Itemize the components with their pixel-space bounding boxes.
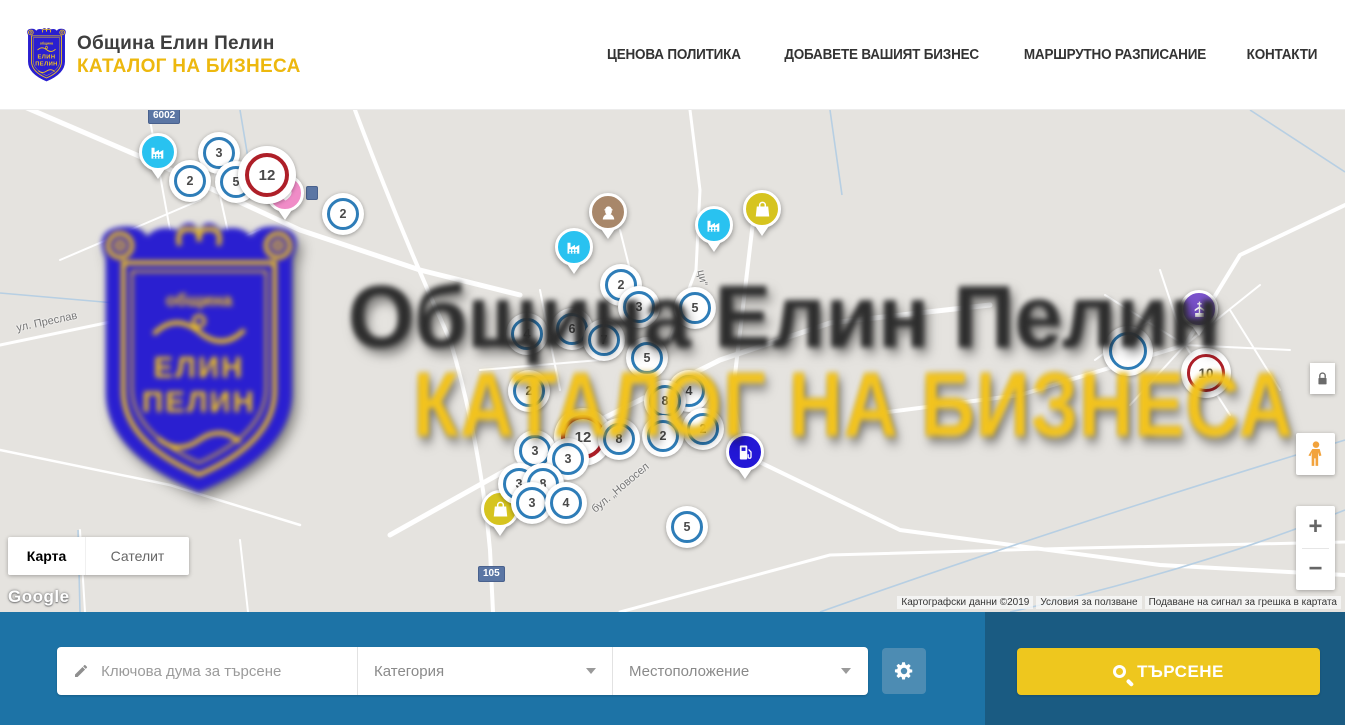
advanced-settings-button[interactable] <box>882 648 926 694</box>
cluster-count: 4 <box>686 384 693 398</box>
road-sign: 6002 <box>148 110 180 124</box>
cluster-marker[interactable]: 2 <box>508 370 550 412</box>
map-type-control: Карта Сателит <box>8 537 189 575</box>
cluster-count: 2 <box>526 384 533 398</box>
search-button-label: ТЪРСЕНЕ <box>1137 662 1224 682</box>
pencil-icon <box>73 662 89 680</box>
category-pin-factory[interactable] <box>139 133 177 171</box>
pegman-icon <box>1303 439 1329 469</box>
search-bar: Категория Местоположение ТЪРСЕНЕ <box>0 612 1345 725</box>
road-sign <box>306 186 318 200</box>
cluster-marker[interactable]: 2 <box>322 193 364 235</box>
cluster-count: 3 <box>565 452 572 466</box>
zoom-control: + − <box>1296 506 1335 590</box>
gear-icon <box>893 660 915 682</box>
cluster-count: 4 <box>524 327 531 341</box>
zoom-in-button[interactable]: + <box>1296 506 1335 548</box>
cluster-count: 2 <box>700 422 707 436</box>
cluster-count: 7 <box>601 333 608 347</box>
cluster-count: 5 <box>692 301 699 315</box>
search-icon <box>1113 665 1126 678</box>
cluster-marker[interactable]: 5 <box>666 506 708 548</box>
chevron-down-icon <box>841 668 851 674</box>
nav-price-policy[interactable]: ЦЕНОВА ПОЛИТИКА <box>607 47 741 63</box>
category-pin-worker[interactable] <box>589 193 627 231</box>
chevron-down-icon <box>586 668 596 674</box>
factory-icon <box>555 228 593 266</box>
map-attribution: Картографски данни ©2019 Условия за полз… <box>897 596 1341 609</box>
cluster-marker[interactable]: 4 <box>506 313 548 355</box>
keyword-input[interactable] <box>101 663 341 680</box>
fuel-icon <box>726 433 764 471</box>
attribution-copyright: Картографски данни ©2019 <box>897 596 1033 609</box>
road-sign: 105 <box>478 566 505 582</box>
cluster-count: 5 <box>684 520 691 534</box>
church-icon <box>1180 290 1218 328</box>
location-select-label: Местоположение <box>629 663 749 680</box>
cluster-count: 3 <box>529 496 536 510</box>
worker-icon <box>589 193 627 231</box>
cluster-marker[interactable]: 5 <box>626 337 668 379</box>
search-panel: Категория Местоположение <box>57 647 868 695</box>
category-pin-factory[interactable] <box>695 206 733 244</box>
cluster-count: 10 <box>1198 366 1213 381</box>
street-view-pegman-button[interactable] <box>1296 433 1335 475</box>
site-title: Община Елин Пелин <box>77 33 301 55</box>
cluster-count: 12 <box>259 167 276 184</box>
factory-icon <box>695 206 733 244</box>
factory-icon <box>139 133 177 171</box>
lock-button[interactable] <box>1310 363 1335 394</box>
site-subtitle: КАТАЛОГ НА БИЗНЕСА <box>77 56 301 78</box>
main-nav: ЦЕНОВА ПОЛИТИКА ДОБАВЕТЕ ВАШИЯТ БИЗНЕС М… <box>602 0 1320 110</box>
cluster-count: 6 <box>569 322 576 336</box>
cluster-count: 8 <box>662 394 669 408</box>
bag-icon <box>743 190 781 228</box>
cluster-marker[interactable]: 2 <box>682 408 724 450</box>
cluster-count: 2 <box>660 429 667 443</box>
site-header: Община Елин Пелин КАТАЛОГ НА БИЗНЕСА ЦЕН… <box>0 0 1345 110</box>
google-logo[interactable]: Google <box>8 587 70 607</box>
cluster-count: 2 <box>340 207 347 221</box>
cluster-marker[interactable]: 12 <box>238 146 296 204</box>
keyword-field[interactable] <box>57 647 357 695</box>
cluster-marker[interactable]: 5 <box>674 287 716 329</box>
map-type-map-button[interactable]: Карта <box>8 537 85 575</box>
zoom-out-button[interactable]: − <box>1296 549 1335 591</box>
cluster-marker[interactable]: 2 <box>169 160 211 202</box>
cluster-count: 8 <box>616 432 623 446</box>
cluster-marker[interactable]: 10 <box>1181 348 1231 398</box>
cluster-marker[interactable]: 8 <box>598 418 640 460</box>
cluster-count: 2 <box>618 278 625 292</box>
cluster-count: 5 <box>644 351 651 365</box>
map-canvas[interactable]: 6002105 ул. Преславбул. „Новоселци“ 3251… <box>0 110 1345 612</box>
cluster-marker[interactable]: 2 <box>642 415 684 457</box>
category-pin-bag[interactable] <box>743 190 781 228</box>
cluster-count: 4 <box>563 496 570 510</box>
location-select[interactable]: Местоположение <box>612 647 867 695</box>
lock-icon <box>1316 371 1329 387</box>
attribution-report-link[interactable]: Подаване на сигнал за грешка в картата <box>1145 596 1341 609</box>
municipality-crest-logo <box>25 26 68 84</box>
nav-route-schedule[interactable]: МАРШРУТНО РАЗПИСАНИЕ <box>1024 47 1206 63</box>
category-select-label: Категория <box>374 663 444 680</box>
cluster-marker[interactable]: 3 <box>618 286 660 328</box>
cluster-count: 3 <box>216 146 223 160</box>
cluster-count: 3 <box>636 300 643 314</box>
cluster-marker[interactable]: 7 <box>583 319 625 361</box>
cluster-count: 2 <box>187 174 194 188</box>
nav-contacts[interactable]: КОНТАКТИ <box>1247 47 1318 63</box>
category-select[interactable]: Категория <box>357 647 612 695</box>
category-pin-fuel[interactable] <box>726 433 764 471</box>
site-logo[interactable]: Община Елин Пелин КАТАЛОГ НА БИЗНЕСА <box>25 26 301 84</box>
category-pin-factory[interactable] <box>555 228 593 266</box>
category-pin-church[interactable] <box>1180 290 1218 328</box>
map-type-satellite-button[interactable]: Сателит <box>85 537 189 575</box>
cluster-marker[interactable] <box>1103 326 1153 376</box>
nav-add-business[interactable]: ДОБАВЕТЕ ВАШИЯТ БИЗНЕС <box>784 47 979 63</box>
cluster-marker[interactable]: 4 <box>545 482 587 524</box>
search-button[interactable]: ТЪРСЕНЕ <box>1017 648 1320 695</box>
cluster-count: 3 <box>532 444 539 458</box>
attribution-terms-link[interactable]: Условия за ползване <box>1036 596 1141 609</box>
